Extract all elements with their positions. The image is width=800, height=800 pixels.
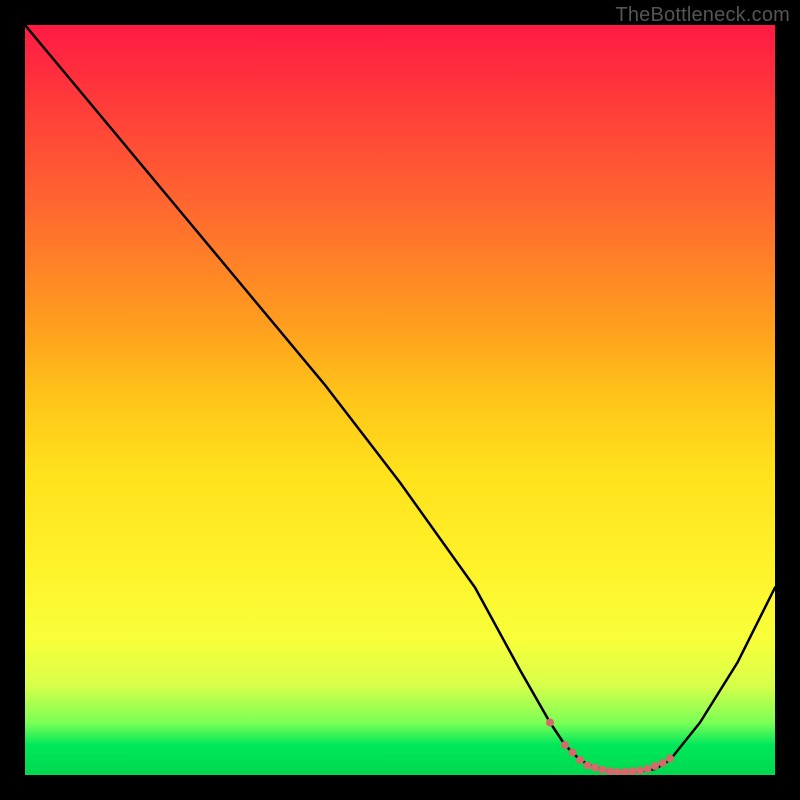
marker-dot (614, 768, 622, 775)
marker-dot (666, 755, 674, 763)
curve-series (25, 25, 775, 772)
marker-dot (561, 741, 569, 749)
marker-dot (659, 759, 667, 767)
watermark-text: TheBottleneck.com (615, 4, 790, 27)
chart-svg (25, 25, 775, 775)
marker-dot (651, 762, 659, 770)
marker-dot (644, 765, 652, 773)
bottleneck-curve (25, 25, 775, 772)
marker-dots (546, 719, 674, 776)
marker-dot (599, 766, 607, 774)
marker-dot (576, 756, 584, 764)
marker-dot (636, 767, 644, 775)
marker-dot (591, 764, 599, 772)
marker-dot (546, 719, 554, 727)
marker-dot (606, 767, 614, 775)
marker-dot (569, 749, 577, 757)
marker-dot (629, 767, 637, 775)
marker-dot (584, 761, 592, 769)
marker-dot (621, 768, 629, 775)
chart-area (25, 25, 775, 775)
